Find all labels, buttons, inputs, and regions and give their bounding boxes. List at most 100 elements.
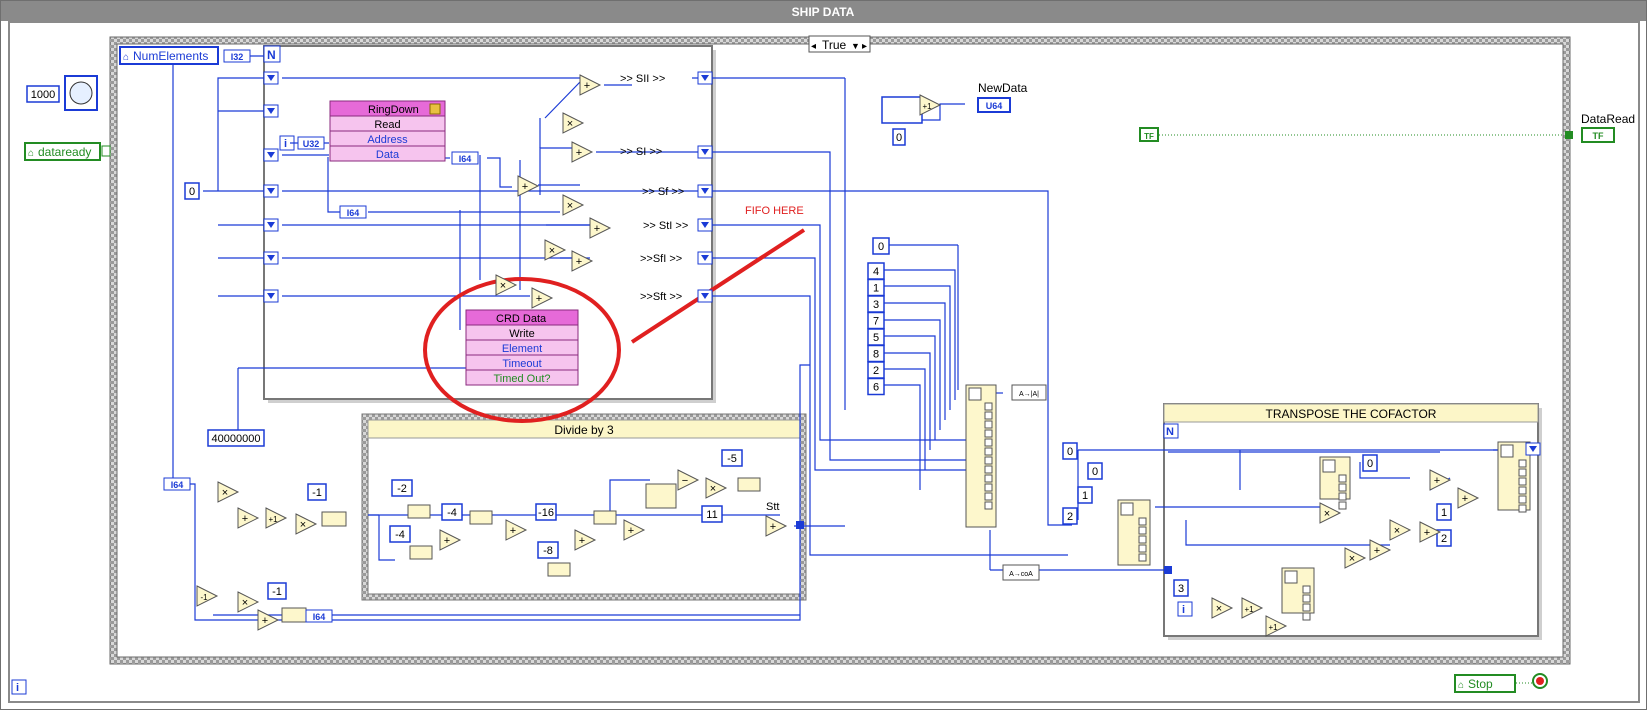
transpose-index-node-1-grid-icon: [1322, 459, 1336, 473]
build-matrix-node-row-terminal: [984, 483, 993, 492]
fifo-annotation: FIFO HERE: [745, 205, 804, 217]
matrix-index-1: 1: [873, 283, 879, 295]
transpose-build-node-row-terminal: [1518, 495, 1527, 504]
transpose-build-node-row-terminal: [1518, 459, 1527, 468]
matrix-index-0: 4: [873, 266, 879, 278]
case-selector-right-arrow[interactable]: ▸: [862, 41, 867, 52]
divide-const-2: -4: [395, 529, 405, 541]
index-array-node-row-terminal: [1138, 526, 1147, 535]
const-0-left: 0: [189, 186, 195, 198]
transpose-i-label: i: [1182, 604, 1185, 616]
transpose-build-node-grid-icon: [1500, 444, 1514, 458]
divide-add-prim-5-symbol: +: [770, 521, 776, 533]
matrix-index-7: 6: [873, 382, 879, 394]
split-number-node-2: [281, 607, 307, 623]
transpose-multiply-2-symbol: ×: [1394, 525, 1400, 537]
data-read-label: DataRead: [1581, 112, 1635, 126]
divide-const-3: -16: [538, 507, 554, 519]
transpose-multiply-4-symbol: ×: [1216, 603, 1222, 615]
index-array-node-grid-icon: [1120, 502, 1134, 516]
scale-power-node-4: [547, 562, 571, 577]
case-selector-dropdown-arrow[interactable]: ▼: [851, 41, 860, 51]
ringdown-fifo-icon: [429, 103, 441, 115]
stop-button-label: Stop: [1468, 677, 1493, 691]
multiply-prim-3-symbol: ×: [549, 245, 555, 257]
transpose-add-1-symbol: +: [1434, 475, 1440, 487]
add-prim-5-symbol: +: [576, 256, 582, 268]
transpose-add-3-symbol: +: [1424, 527, 1430, 539]
build-matrix-node-row-terminal: [984, 438, 993, 447]
multiply-prim-7-symbol: ×: [242, 597, 248, 609]
stt-tunnel: [796, 521, 804, 529]
case-selector-left-arrow[interactable]: ◂: [811, 41, 816, 52]
transpose-index-node-1-row-terminal: [1338, 474, 1347, 483]
divide-loop-title: Divide by 3: [554, 423, 614, 437]
const-40000000: 40000000: [212, 433, 261, 445]
while-loop-i-label: i: [16, 682, 19, 694]
add-prim-1-symbol: +: [584, 80, 590, 92]
transpose-index-node-2-grid-icon: [1284, 570, 1298, 584]
divide-add-prim-1-symbol: +: [444, 535, 450, 547]
index-array-node-row-terminal: [1138, 535, 1147, 544]
const-1000: 1000: [31, 89, 55, 101]
increment-prim-1-symbol: +1: [268, 515, 278, 524]
transpose-add-2-symbol: +: [1462, 493, 1468, 505]
data-read-tunnel: [1565, 131, 1573, 139]
divide-const-1: -4: [447, 507, 457, 519]
crd-row-label-0: Write: [509, 328, 534, 340]
dataready-terminal: [101, 145, 111, 157]
build-matrix-node-row-terminal: [984, 429, 993, 438]
const-neg1-b: -1: [272, 586, 282, 598]
divide-add-prim-2-symbol: +: [510, 525, 516, 537]
divide-add-prim-4-symbol: +: [628, 525, 634, 537]
u32-tag: U32: [303, 139, 320, 149]
index-array-node-row-terminal: [1138, 553, 1147, 562]
num-elements-control-label: NumElements: [133, 49, 208, 63]
ringdown-row-label-0: Read: [374, 119, 400, 131]
add-prim-3-symbol: +: [522, 181, 528, 193]
divide-add-prim-3-symbol: +: [579, 535, 585, 547]
crd-row-label-3: Timed Out?: [493, 373, 550, 385]
multiply-prim-6-symbol: ×: [300, 519, 306, 531]
const-1: 1: [1082, 490, 1088, 502]
matrix-index-3: 7: [873, 316, 879, 328]
index-array-node-row-terminal: [1138, 517, 1147, 526]
crd-row-label-1: Element: [502, 343, 542, 355]
transpose-increment-2-symbol: +1: [1268, 623, 1278, 632]
increment-prim-2-symbol: +1: [922, 102, 932, 111]
shift-label-0: >> SII >>: [620, 73, 665, 85]
add-prim-2-symbol: +: [576, 147, 582, 159]
i64-tag-ringdown: I64: [459, 154, 472, 164]
i64-tag-mid: I64: [347, 208, 360, 218]
ringdown-row-label-2: Data: [376, 149, 400, 161]
matrix-index-5: 8: [873, 349, 879, 361]
add-prim-7-symbol: +: [242, 513, 248, 525]
shift-label-4: >>SfI >>: [640, 253, 682, 265]
matrix-index-6: 2: [873, 365, 879, 377]
window-title: SHIP DATA: [792, 5, 855, 19]
divide-subtract-prim-symbol: −: [682, 475, 688, 487]
multiply-prim-2-symbol: ×: [567, 200, 573, 212]
transpose-add-4-symbol: +: [1374, 545, 1380, 557]
new-data-label: NewData: [978, 81, 1028, 95]
build-matrix-node-row-terminal: [984, 402, 993, 411]
transpose-multiply-1-symbol: ×: [1324, 508, 1330, 520]
true-constant-label: TF: [1144, 132, 1154, 141]
build-matrix-node-row-terminal: [984, 420, 993, 429]
multiply-prim-5-symbol: ×: [222, 487, 228, 499]
const-1-t: 1: [1441, 507, 1447, 519]
shift-label-3: >> StI >>: [643, 220, 688, 232]
divide-const-6: 11: [706, 509, 717, 521]
i64-tag-left: I64: [171, 480, 184, 490]
for-loop-n-label: N: [267, 48, 276, 62]
multiply-prim-1-symbol: ×: [567, 118, 573, 130]
transpose-index-node-1-row-terminal: [1338, 492, 1347, 501]
const-0-t1: 0: [1067, 446, 1073, 458]
cofactor-node-label: A→coA: [1009, 571, 1033, 578]
case-selector[interactable]: ◂ True ▼ ▸: [808, 35, 871, 53]
divide-const-4: -8: [543, 545, 553, 557]
const-0-shift: 0: [896, 132, 902, 144]
index-array-node-row-terminal: [1138, 544, 1147, 553]
wait-clock-icon: [69, 81, 93, 105]
transpose-index-node-2-row-terminal: [1302, 612, 1311, 621]
